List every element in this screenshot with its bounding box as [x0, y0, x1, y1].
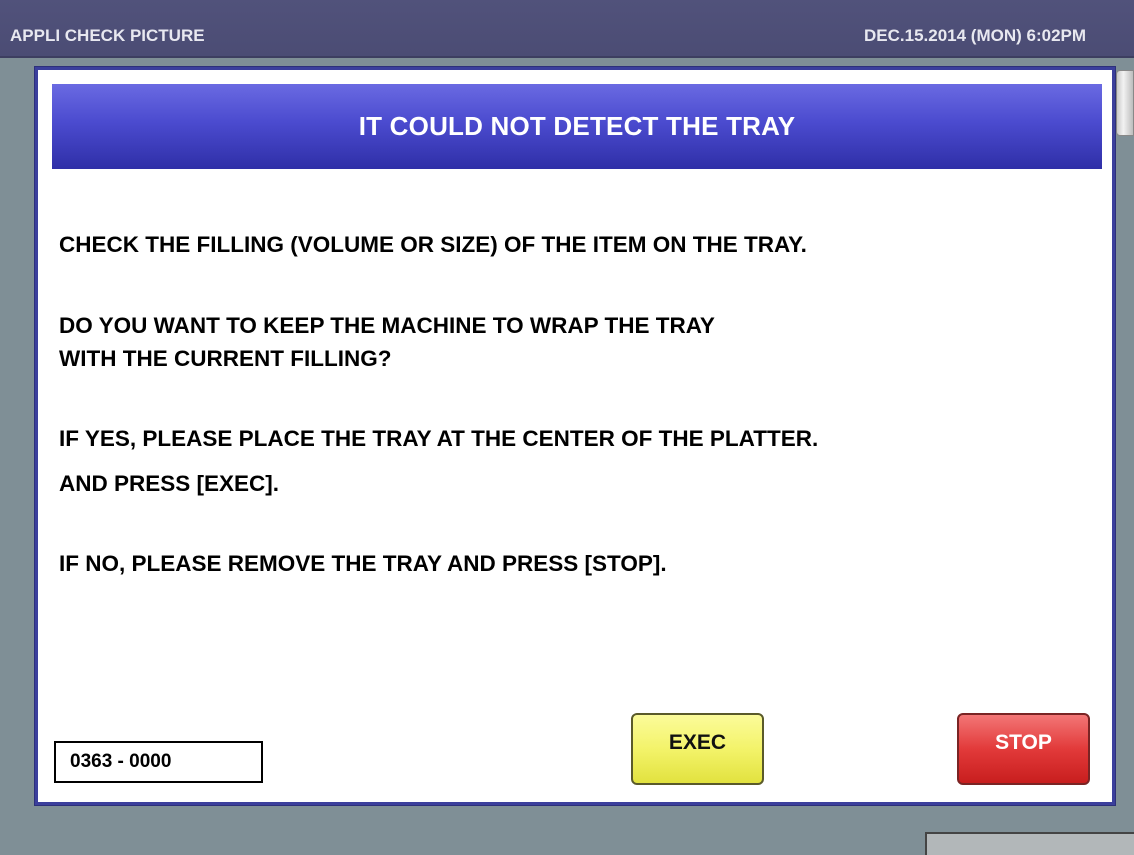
stop-button-label: STOP	[995, 731, 1052, 754]
message-line: IF YES, PLEASE PLACE THE TRAY AT THE CEN…	[59, 426, 819, 451]
message-line: DO YOU WANT TO KEEP THE MACHINE TO WRAP …	[59, 313, 715, 338]
stop-button[interactable]: STOP	[957, 713, 1090, 785]
screen: APPLI CHECK PICTURE DEC.15.2014 (MON) 6:…	[0, 0, 1134, 855]
message-line: IF NO, PLEASE REMOVE THE TRAY AND PRESS …	[59, 551, 667, 576]
date-time: DEC.15.2014 (MON) 6:02PM	[864, 26, 1087, 45]
scrollbar-handle[interactable]	[1116, 70, 1134, 136]
alert-dialog: IT COULD NOT DETECT THE TRAY CHECK THE F…	[35, 67, 1115, 805]
app-title: APPLI CHECK PICTURE	[10, 26, 205, 45]
dialog-title: IT COULD NOT DETECT THE TRAY	[358, 111, 796, 141]
exec-button[interactable]: EXEC	[631, 713, 764, 785]
bottom-panel-button[interactable]	[925, 832, 1134, 855]
error-code: 0363 - 0000	[70, 751, 172, 772]
top-bar: APPLI CHECK PICTURE DEC.15.2014 (MON) 6:…	[0, 0, 1134, 58]
dialog-header: IT COULD NOT DETECT THE TRAY	[52, 84, 1102, 169]
message-line: AND PRESS [EXEC].	[59, 471, 280, 496]
message-line: WITH THE CURRENT FILLING?	[59, 346, 392, 371]
error-code-box: 0363 - 0000	[54, 741, 263, 783]
message-line: CHECK THE FILLING (VOLUME OR SIZE) OF TH…	[59, 232, 807, 257]
exec-button-label: EXEC	[668, 731, 727, 754]
